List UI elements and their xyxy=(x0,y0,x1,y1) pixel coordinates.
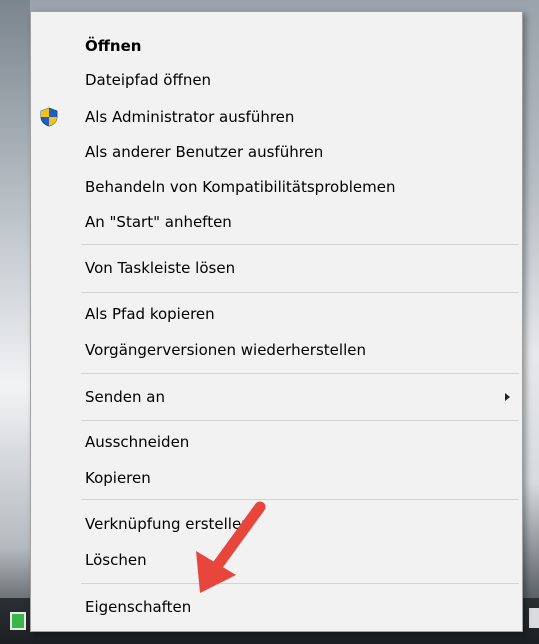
menu-item-cut[interactable]: Ausschneiden xyxy=(31,426,522,458)
menu-item-label: Löschen xyxy=(85,551,147,569)
menu-item-label: An "Start" anheften xyxy=(85,213,232,231)
taskbar-edge xyxy=(529,608,539,628)
menu-item-restore-previous-versions[interactable]: Vorgängerversionen wiederherstellen xyxy=(31,334,522,366)
menu-item-label: Dateipfad öffnen xyxy=(85,71,212,89)
menu-item-label: Von Taskleiste lösen xyxy=(85,259,236,277)
menu-separator xyxy=(81,292,519,293)
menu-separator xyxy=(81,244,519,245)
menu-item-label: Als Administrator ausführen xyxy=(85,108,295,126)
menu-item-open[interactable]: Öffnen xyxy=(31,30,522,62)
menu-item-label: Behandeln von Kompatibilitätsproblemen xyxy=(85,178,396,196)
menu-item-copy-as-path[interactable]: Als Pfad kopieren xyxy=(31,298,522,330)
menu-item-label: Verknüpfung erstellen xyxy=(85,515,251,533)
menu-item-pin-to-start[interactable]: An "Start" anheften xyxy=(31,206,522,238)
desktop-wallpaper xyxy=(0,0,30,644)
menu-separator xyxy=(81,583,519,584)
taskbar-app-icon[interactable] xyxy=(10,612,26,630)
menu-item-label: Öffnen xyxy=(85,37,142,55)
menu-item-label: Senden an xyxy=(85,388,165,406)
menu-item-send-to[interactable]: Senden an xyxy=(31,381,522,413)
menu-item-delete[interactable]: Löschen xyxy=(31,544,522,576)
menu-item-label: Ausschneiden xyxy=(85,433,190,451)
uac-shield-icon xyxy=(40,107,58,127)
menu-item-label: Eigenschaften xyxy=(85,598,192,616)
menu-item-troubleshoot-compatibility[interactable]: Behandeln von Kompatibilitätsproblemen xyxy=(31,171,522,203)
menu-item-label: Als anderer Benutzer ausführen xyxy=(85,143,324,161)
menu-item-unpin-from-taskbar[interactable]: Von Taskleiste lösen xyxy=(31,252,522,284)
menu-item-open-file-location[interactable]: Dateipfad öffnen xyxy=(31,64,522,96)
submenu-arrow-icon xyxy=(505,393,510,401)
menu-item-properties[interactable]: Eigenschaften xyxy=(31,591,522,623)
menu-separator xyxy=(81,420,519,421)
menu-item-run-as-other-user[interactable]: Als anderer Benutzer ausführen xyxy=(31,136,522,168)
menu-item-label: Vorgängerversionen wiederherstellen xyxy=(85,341,366,359)
menu-separator xyxy=(81,499,519,500)
menu-item-run-as-admin[interactable]: Als Administrator ausführen xyxy=(31,101,522,133)
menu-item-copy[interactable]: Kopieren xyxy=(31,462,522,494)
menu-item-label: Als Pfad kopieren xyxy=(85,305,215,323)
context-menu: Öffnen Dateipfad öffnen Als Administrato… xyxy=(30,11,523,632)
menu-item-create-shortcut[interactable]: Verknüpfung erstellen xyxy=(31,508,522,540)
menu-item-label: Kopieren xyxy=(85,469,151,487)
menu-separator xyxy=(81,373,519,374)
